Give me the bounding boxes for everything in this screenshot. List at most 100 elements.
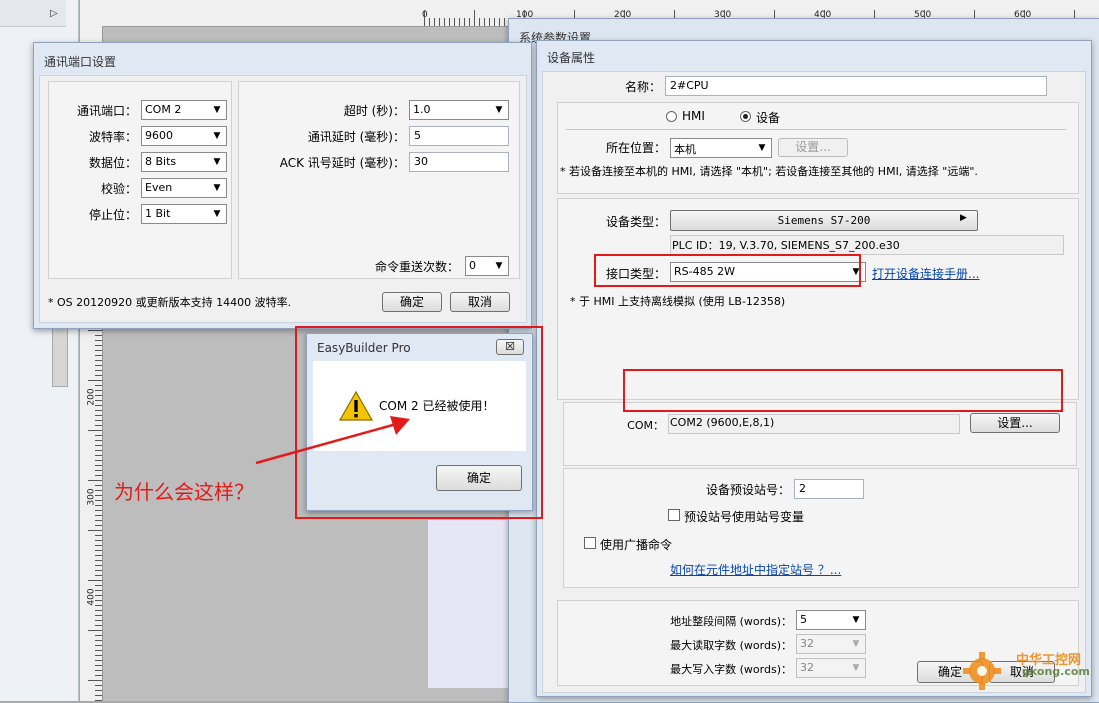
broadcast-label: 使用广播命令 <box>600 538 673 552</box>
ruler-tick <box>484 18 485 26</box>
ruler-tick <box>95 365 102 366</box>
retry-select[interactable]: 0 ▼ <box>465 256 509 276</box>
location-label: 所在位置： <box>605 141 666 155</box>
ruler-tick <box>95 410 102 411</box>
radio-hmi-label: HMI <box>682 109 705 123</box>
ruler-tick <box>95 645 102 646</box>
station-var-label: 预设站号使用站号变量 <box>684 510 805 524</box>
addr-interval-select[interactable]: 5 ▼ <box>796 610 866 630</box>
com-value: COM2 (9600,E,8,1) <box>670 416 775 429</box>
ruler-tick <box>95 585 102 586</box>
timeout-select[interactable]: 1.0 ▼ <box>409 100 509 120</box>
ruler-tick <box>95 670 102 671</box>
baud-select[interactable]: 9600 ▼ <box>141 126 227 146</box>
ruler-tick <box>95 675 102 676</box>
ruler-tick <box>95 440 102 441</box>
ruler-tick <box>88 330 102 331</box>
max-read-value: 32 <box>800 637 814 650</box>
ruler-tick <box>95 435 102 436</box>
comm-cancel-button[interactable]: 取消 <box>450 292 510 312</box>
chevron-down-icon: ▼ <box>852 615 860 625</box>
chevron-down-icon: ▼ <box>213 105 221 115</box>
ack-delay-field[interactable]: 30 <box>409 152 509 172</box>
ruler-tick <box>95 565 102 566</box>
ruler-tick <box>95 460 102 461</box>
baud-note: * OS 20120920 或更新版本支持 14400 波特率. <box>48 296 292 309</box>
timing-group: 超时 (秒)： 1.0 ▼ 通讯延时 (毫秒)： 5 ACK 讯号延时 (毫秒)：… <box>238 81 520 279</box>
max-write-label: 最大写入字数 (words)： <box>670 663 792 676</box>
ruler-tick <box>504 18 505 26</box>
ruler-tick <box>95 665 102 666</box>
comm-port-body: 通讯端口： COM 2 ▼ 波特率： 9600 ▼ 数据位： 8 Bits ▼ 校验：… <box>39 75 527 323</box>
ruler-tick <box>95 600 102 601</box>
ruler-tick <box>95 375 102 376</box>
parity-label: 校验： <box>100 182 137 196</box>
ruler-tick <box>464 18 465 26</box>
com-settings-button[interactable]: 设置... <box>970 413 1060 433</box>
baud-label: 波特率： <box>88 130 137 144</box>
comm-ok-button[interactable]: 确定 <box>382 292 442 312</box>
databits-select[interactable]: 8 Bits ▼ <box>141 152 227 172</box>
hmi-screen-area[interactable] <box>428 520 518 688</box>
ruler-tick <box>95 455 102 456</box>
device-type-label: 设备类型： <box>605 215 666 229</box>
radio-device-label: 设备 <box>756 111 781 125</box>
port-select[interactable]: COM 2 ▼ <box>141 100 227 120</box>
ruler-tick <box>95 650 102 651</box>
offline-note: * 于 HMI 上支持离线模拟 (使用 LB-12358) <box>570 295 786 308</box>
station-field[interactable]: 2 <box>794 479 864 499</box>
chevron-right-icon[interactable]: ▶ <box>960 213 967 223</box>
ruler-tick <box>95 425 102 426</box>
comm-port-title: 通讯端口设置 <box>44 55 117 69</box>
ruler-tick <box>95 500 102 501</box>
addr-interval-value: 5 <box>800 613 807 626</box>
stopbits-select[interactable]: 1 Bit ▼ <box>141 204 227 224</box>
ruler-tick <box>95 420 102 421</box>
open-manual-link[interactable]: 打开设备连接手册... <box>872 265 979 282</box>
parity-select[interactable]: Even ▼ <box>141 178 227 198</box>
ruler-tick <box>439 18 440 26</box>
location-select[interactable]: 本机 ▼ <box>670 138 772 158</box>
ruler-tick <box>95 570 102 571</box>
ruler-tick <box>88 680 102 681</box>
retry-label: 命令重送次数： <box>374 260 459 274</box>
max-write-select[interactable]: 32 ▼ <box>796 658 866 678</box>
location-note: * 若设备连接至本机的 HMI, 请选择 "本机"; 若设备连接至其他的 HMI… <box>560 165 978 178</box>
stopbits-value: 1 Bit <box>145 207 171 220</box>
ruler-tick <box>459 18 460 26</box>
broadcast-checkbox[interactable] <box>584 537 596 549</box>
chevron-down-icon: ▼ <box>852 663 860 673</box>
max-read-label: 最大读取字数 (words)： <box>670 639 792 652</box>
ruler-tick <box>494 18 495 26</box>
ruler-tick <box>95 385 102 386</box>
station-var-checkbox[interactable] <box>668 509 680 521</box>
device-type-selector[interactable]: Siemens S7-200 <box>670 210 978 231</box>
ruler-tick <box>95 360 102 361</box>
ruler-tick <box>454 18 455 26</box>
station-group: 设备预设站号： 2 预设站号使用站号变量 使用广播命令 如何在元件地址中指定站号… <box>563 468 1079 588</box>
timeout-label: 超时 (秒)： <box>343 104 405 118</box>
name-label: 名称： <box>624 80 661 94</box>
ruler-tick <box>469 18 470 26</box>
ruler-tick <box>95 340 102 341</box>
name-field[interactable]: 2#CPU <box>665 76 1047 96</box>
ruler-tick <box>95 345 102 346</box>
comm-delay-field[interactable]: 5 <box>409 126 509 146</box>
ruler-tick <box>95 505 102 506</box>
chevron-down-icon: ▼ <box>758 143 766 153</box>
ruler-tick <box>95 525 102 526</box>
parity-value: Even <box>145 181 173 194</box>
location-settings-button[interactable]: 设置... <box>778 138 848 157</box>
station-help-link[interactable]: 如何在元件地址中指定站号 ？... <box>670 561 841 578</box>
ruler-tick <box>95 395 102 396</box>
ruler-tick <box>424 10 425 26</box>
chevron-down-icon: ▼ <box>213 209 221 219</box>
radio-device[interactable] <box>740 111 751 122</box>
max-read-select[interactable]: 32 ▼ <box>796 634 866 654</box>
ruler-tick <box>95 640 102 641</box>
chevron-down-icon: ▼ <box>213 183 221 193</box>
radio-hmi[interactable] <box>666 111 677 122</box>
ruler-tick <box>95 495 102 496</box>
ruler-tick <box>479 18 480 26</box>
port-value: COM 2 <box>145 103 182 116</box>
